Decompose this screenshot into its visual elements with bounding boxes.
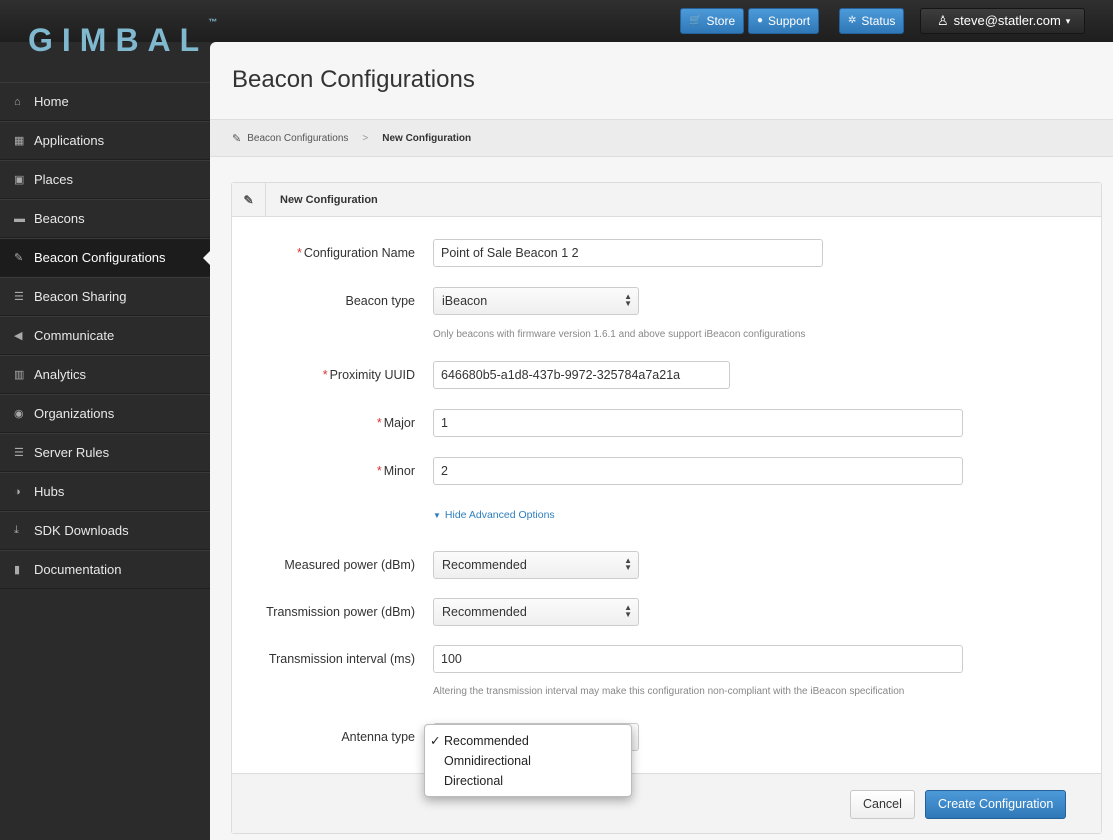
antenna-option-directional[interactable]: Directional bbox=[425, 771, 631, 791]
antenna-dropdown-menu: ✓ Recommended Omnidirectional Directional bbox=[424, 724, 632, 797]
sidebar-item-organizations[interactable]: ◉ Organizations bbox=[0, 394, 210, 433]
antenna-option-omnidirectional[interactable]: Omnidirectional bbox=[425, 751, 631, 771]
sidebar-item-label: Server Rules bbox=[34, 445, 110, 460]
panel-title: New Configuration bbox=[280, 193, 378, 206]
user-menu[interactable]: ♙ steve@statler.com ▾ bbox=[920, 8, 1085, 34]
book-icon: ▮ bbox=[14, 564, 21, 576]
breadcrumb-separator: > bbox=[362, 132, 369, 144]
sidebar-item-label: Places bbox=[34, 172, 74, 187]
sidebar-filler bbox=[0, 589, 210, 840]
chart-icon: ▥ bbox=[14, 369, 25, 381]
config-name-input[interactable]: Point of Sale Beacon 1 2 bbox=[433, 239, 823, 267]
help-icon: ● bbox=[757, 15, 764, 26]
antenna-label: Antenna type bbox=[341, 730, 415, 744]
status-button[interactable]: ✲ Status bbox=[839, 8, 905, 34]
uuid-label: * Proximity UUID bbox=[322, 368, 415, 382]
tx-power-select[interactable]: Recommended ▲ ▼ bbox=[433, 598, 639, 626]
store-button[interactable]: 🛒 Store bbox=[680, 8, 745, 34]
minor-label: * Minor bbox=[376, 464, 415, 478]
major-label: * Major bbox=[376, 416, 415, 430]
sidebar-item-server-rules[interactable]: ☰ Server Rules bbox=[0, 433, 210, 472]
sidebar-item-label: Documentation bbox=[34, 562, 122, 577]
sidebar-item-label: Beacon Configurations bbox=[34, 250, 166, 265]
sidebar-item-label: Beacon Sharing bbox=[34, 289, 127, 304]
beacon-icon: ▬ bbox=[14, 212, 25, 225]
globe-icon: ◉ bbox=[14, 408, 24, 420]
list-icon: ☰ bbox=[14, 291, 24, 303]
image-icon: ▣ bbox=[14, 174, 25, 186]
rules-icon: ☰ bbox=[14, 447, 24, 459]
sidebar-item-beacons[interactable]: ▬ Beacons bbox=[0, 199, 210, 238]
wrench-icon: ✎ bbox=[232, 132, 242, 145]
checkmark-icon: ✓ bbox=[430, 734, 441, 748]
sidebar-item-documentation[interactable]: ▮ Documentation bbox=[0, 550, 210, 589]
minor-input[interactable]: 2 bbox=[433, 457, 963, 485]
sidebar-item-label: Analytics bbox=[34, 367, 87, 382]
major-input[interactable]: 1 bbox=[433, 409, 963, 437]
grid-icon: ▦ bbox=[14, 135, 25, 147]
sidebar-item-home[interactable]: ⌂ Home bbox=[0, 82, 210, 121]
tx-interval-input[interactable]: 100 bbox=[433, 645, 963, 673]
sidebar-item-beacon-configurations[interactable]: ✎ Beacon Configurations bbox=[0, 238, 210, 277]
megaphone-icon: ◀ bbox=[14, 330, 23, 342]
beacon-type-select[interactable]: iBeacon ▲ ▼ bbox=[433, 287, 639, 315]
panel-footer: Cancel Create Configuration bbox=[232, 773, 1101, 833]
breadcrumb: ✎ Beacon Configurations > New Configurat… bbox=[210, 119, 1113, 157]
main-content: Beacon Configurations ✎ Beacon Configura… bbox=[210, 42, 1113, 840]
hub-icon: ◑ bbox=[14, 485, 21, 498]
cart-icon: 🛒 bbox=[689, 15, 702, 26]
panel-header: ✎ New Configuration bbox=[232, 182, 1101, 217]
antenna-option-recommended[interactable]: ✓ Recommended bbox=[425, 731, 631, 751]
sidebar-item-label: Organizations bbox=[34, 406, 115, 421]
user-icon: ♙ bbox=[937, 13, 949, 28]
page-title: Beacon Configurations bbox=[232, 66, 475, 93]
download-icon: ⤓ bbox=[14, 524, 19, 536]
select-arrows-icon: ▲▼ bbox=[624, 292, 632, 308]
gimbal-logo[interactable]: GIMBAL™ bbox=[28, 17, 217, 59]
beacon-type-label: Beacon type bbox=[345, 294, 416, 308]
cancel-button[interactable]: Cancel bbox=[850, 790, 915, 819]
sidebar-item-label: Hubs bbox=[34, 484, 65, 499]
breadcrumb-parent-link[interactable]: Beacon Configurations bbox=[247, 133, 348, 144]
config-form-panel: ✎ New Configuration * Configuration Name … bbox=[231, 182, 1102, 834]
sidebar-item-hubs[interactable]: ◑ Hubs bbox=[0, 472, 210, 511]
sidebar: ⌂ Home ▦ Applications ▣ Places ▬ Beacons ✎ Beacon… bbox=[0, 82, 210, 840]
sidebar-item-applications[interactable]: ▦ Applications bbox=[0, 121, 210, 160]
wrench-icon: ✎ bbox=[232, 182, 266, 217]
sidebar-item-label: SDK Downloads bbox=[34, 523, 129, 538]
select-arrows-icon: ▲▼ bbox=[624, 556, 632, 572]
tx-interval-help: Altering the transmission interval may m… bbox=[433, 686, 905, 697]
sidebar-item-label: Communicate bbox=[34, 328, 115, 343]
tx-interval-label: Transmission interval (ms) bbox=[268, 652, 415, 666]
create-configuration-button[interactable]: Create Configuration bbox=[925, 790, 1067, 819]
tx-power-label: Transmission power (dBm) bbox=[266, 605, 415, 619]
measured-power-select[interactable]: Recommended ▲ ▼ bbox=[433, 551, 639, 579]
select-arrows-icon: ▲▼ bbox=[624, 603, 632, 619]
sidebar-item-label: Beacons bbox=[34, 211, 85, 226]
config-name-label: * Configuration Name bbox=[296, 246, 415, 260]
measured-power-label: Measured power (dBm) bbox=[284, 558, 415, 572]
sidebar-item-sdk-downloads[interactable]: ⤓ SDK Downloads bbox=[0, 511, 210, 550]
sidebar-item-label: Home bbox=[34, 94, 69, 109]
status-icon: ✲ bbox=[848, 15, 857, 26]
breadcrumb-current: New Configuration bbox=[382, 132, 472, 144]
beacon-type-help: Only beacons with firmware version 1.6.1… bbox=[433, 329, 806, 340]
caret-down-icon: ▾ bbox=[1065, 16, 1071, 26]
wrench-icon: ✎ bbox=[14, 252, 24, 264]
sidebar-item-analytics[interactable]: ▥ Analytics bbox=[0, 355, 210, 394]
sidebar-item-beacon-sharing[interactable]: ☰ Beacon Sharing bbox=[0, 277, 210, 316]
caret-down-icon: ▼ bbox=[433, 511, 441, 520]
sidebar-item-label: Applications bbox=[34, 133, 105, 148]
uuid-input[interactable]: 646680b5-a1d8-437b-9972-325784a7a21a bbox=[433, 361, 730, 389]
home-icon: ⌂ bbox=[14, 95, 21, 108]
sidebar-item-places[interactable]: ▣ Places bbox=[0, 160, 210, 199]
sidebar-item-communicate[interactable]: ◀ Communicate bbox=[0, 316, 210, 355]
top-bar: GIMBAL™ 🛒 Store ● Support ✲ Status ♙ ste… bbox=[0, 0, 1113, 58]
hide-advanced-options-link[interactable]: ▼ Hide Advanced Options bbox=[433, 509, 555, 521]
support-button[interactable]: ● Support bbox=[748, 8, 820, 34]
